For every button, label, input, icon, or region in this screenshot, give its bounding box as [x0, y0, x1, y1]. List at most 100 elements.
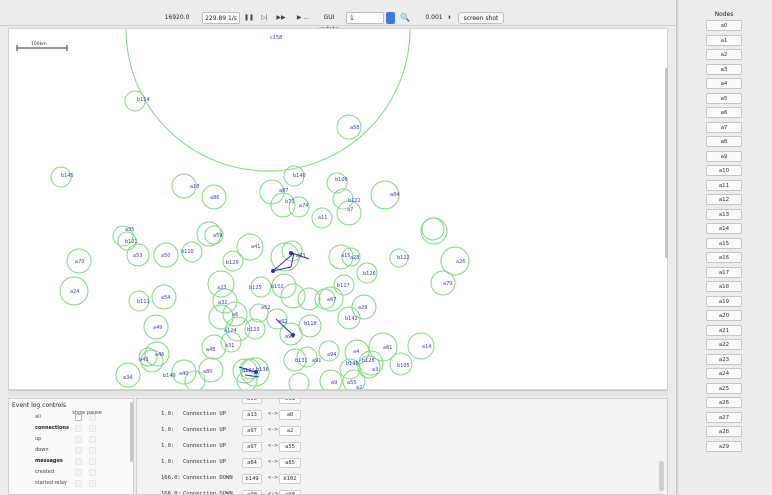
node-label[interactable]: a49 [153, 325, 162, 331]
zoom-stepper-icon[interactable]: ⬍ [447, 12, 452, 24]
log-host-a-button[interactable]: b149 [242, 474, 262, 484]
node-button-a19[interactable]: a19 [706, 295, 742, 307]
node-button-a29[interactable]: a29 [706, 440, 742, 452]
node-button-a20[interactable]: a20 [706, 310, 742, 322]
node-label[interactable]: a83 [296, 253, 305, 259]
node-label[interactable]: b128 [362, 358, 375, 364]
node-label[interactable]: b114 [137, 97, 150, 103]
node-label[interactable]: a31 [225, 343, 234, 349]
node-label[interactable]: a11 [318, 215, 327, 221]
node-label[interactable]: b142 [345, 316, 358, 322]
node-button-a13[interactable]: a13 [706, 208, 742, 220]
log-host-a-button[interactable]: a97 [242, 426, 262, 436]
node-button-a16[interactable]: a16 [706, 252, 742, 264]
node-button-a5[interactable]: a5 [706, 92, 742, 104]
node-button-a15[interactable]: a15 [706, 237, 742, 249]
node-label[interactable]: a32 [218, 300, 227, 306]
show-checkbox[interactable] [75, 414, 82, 421]
log-host-b-button[interactable]: b61 [279, 399, 301, 404]
node-label[interactable]: a18 [190, 184, 199, 190]
log-host-b-button[interactable]: a85 [279, 458, 301, 468]
node-label[interactable]: a6 [232, 312, 238, 318]
show-checkbox[interactable] [75, 480, 82, 487]
node-label[interactable]: a48 [206, 347, 215, 353]
node-label[interactable]: a53 [133, 253, 142, 259]
node-label[interactable]: b106 [335, 177, 348, 183]
log-host-a-button[interactable]: a96 [242, 399, 262, 404]
node-label[interactable]: a3 [372, 367, 378, 373]
node-label[interactable]: a26 [456, 259, 465, 265]
pause-checkbox[interactable] [89, 425, 96, 432]
node-label[interactable]: b122 [397, 255, 410, 261]
node-label[interactable]: b121 [125, 239, 138, 245]
node-label[interactable]: b117 [337, 283, 350, 289]
log-host-b-button[interactable]: b102 [279, 474, 301, 484]
node-button-a23[interactable]: a23 [706, 353, 742, 365]
node-label[interactable]: b136 [256, 367, 269, 373]
node-label[interactable]: a46 [155, 352, 164, 358]
pause-checkbox[interactable] [89, 436, 96, 443]
node-label[interactable]: a28 [350, 255, 359, 261]
controls-scrollbar[interactable] [128, 400, 135, 493]
node-label[interactable]: b135 [346, 361, 359, 367]
node-label[interactable]: a7 [347, 207, 353, 213]
node-button-a6[interactable]: a6 [706, 107, 742, 119]
log-host-b-button[interactable]: a90 [279, 490, 301, 494]
show-checkbox[interactable] [75, 425, 82, 432]
node-dot[interactable] [271, 269, 275, 273]
node-label[interactable]: b131 [295, 358, 308, 364]
node-label[interactable]: a124 [224, 328, 237, 334]
controls-scroll-thumb[interactable] [130, 402, 133, 462]
node-label[interactable]: b105 [397, 363, 410, 369]
node-label[interactable]: a43 [139, 357, 148, 363]
node-button-a26[interactable]: a26 [706, 397, 742, 409]
log-host-b-button[interactable]: a55 [279, 442, 301, 452]
pause-icon[interactable]: ❚❚ [244, 12, 254, 24]
node-label[interactable]: b122 [348, 198, 361, 204]
node-button-a24[interactable]: a24 [706, 368, 742, 380]
zoom-input[interactable]: 0.001 [420, 12, 448, 24]
node-button-a28[interactable]: a28 [706, 426, 742, 438]
node-label[interactable]: a14 [422, 344, 431, 350]
node-button-a3[interactable]: a3 [706, 63, 742, 75]
node-label[interactable]: a40 [179, 371, 188, 377]
node-label[interactable]: b110 [181, 249, 194, 255]
node-label[interactable]: a4 [353, 349, 359, 355]
node-label[interactable]: a62 [278, 319, 287, 325]
node-label[interactable]: a34 [123, 375, 132, 381]
node-label[interactable]: a59 [213, 233, 222, 239]
node-label[interactable]: a24 [70, 289, 79, 295]
node-label[interactable]: a58 [350, 125, 359, 131]
node-label[interactable]: a35 [125, 227, 134, 233]
node-button-a21[interactable]: a21 [706, 324, 742, 336]
node-button-a2[interactable]: a2 [706, 49, 742, 61]
node-button-a18[interactable]: a18 [706, 281, 742, 293]
node-button-a22[interactable]: a22 [706, 339, 742, 351]
node-label[interactable]: a41 [251, 244, 260, 250]
node-label[interactable]: a70 [75, 259, 84, 265]
log-host-b-button[interactable]: a0 [279, 410, 301, 420]
node-label[interactable]: a86 [210, 195, 219, 201]
node-button-a17[interactable]: a17 [706, 266, 742, 278]
show-checkbox[interactable] [75, 469, 82, 476]
node-label[interactable]: b140 [293, 173, 306, 179]
log-host-a-button[interactable]: a13 [242, 410, 262, 420]
node-button-a9[interactable]: a9 [706, 150, 742, 162]
node-label[interactable]: b145 [61, 173, 74, 179]
node-map[interactable]: c158 b114 a58 b145 a18 b140 b106 a84 a87 a86 b71 a7… [9, 29, 668, 390]
gui-update-input[interactable]: 1 [346, 12, 384, 24]
node-label[interactable]: b121 [242, 368, 255, 374]
log-scroll-thumb[interactable] [659, 461, 664, 491]
node-label[interactable]: a54 [161, 295, 170, 301]
node-button-a7[interactable]: a7 [706, 121, 742, 133]
node-dot[interactable] [289, 251, 293, 255]
node-label[interactable]: a50 [161, 253, 170, 259]
node-label[interactable]: a23 [217, 285, 226, 291]
show-checkbox[interactable] [75, 447, 82, 454]
world-map-canvas[interactable]: c158 b114 a58 b145 a18 b140 b106 a84 a87 a86 b71 a7… [8, 28, 668, 390]
node-label[interactable]: a67 [327, 297, 336, 303]
node-label[interactable]: b118 [304, 321, 317, 327]
play-until-button[interactable]: ▶ ... [294, 12, 312, 24]
node-button-a1[interactable]: a1 [706, 34, 742, 46]
screenshot-button[interactable]: screen shot [458, 12, 504, 24]
